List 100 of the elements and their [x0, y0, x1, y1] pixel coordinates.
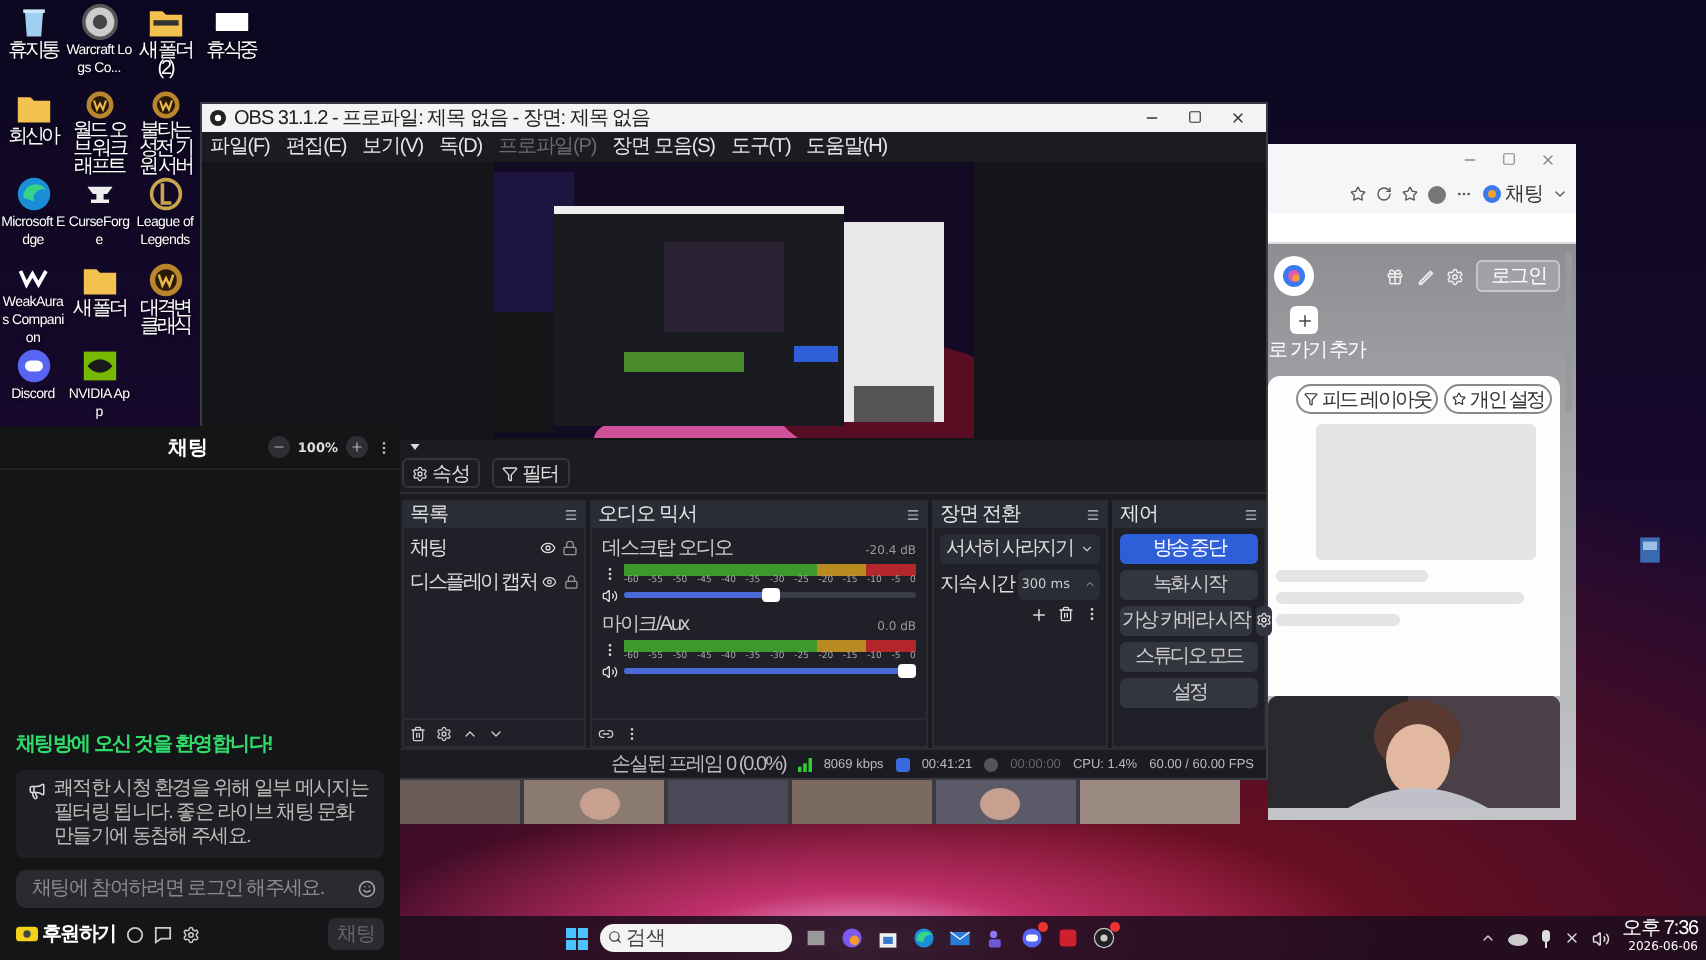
clock-time[interactable]: 오후 7:36 — [1621, 920, 1698, 940]
favorite-icon[interactable] — [1349, 186, 1366, 202]
slider-thumb[interactable] — [761, 588, 779, 603]
emblem-icon[interactable] — [81, 90, 117, 120]
visibility-icon[interactable] — [542, 573, 558, 590]
gift-icon[interactable] — [1386, 267, 1405, 285]
settings-button[interactable] — [1255, 605, 1272, 636]
gear-icon — [412, 465, 428, 482]
swirl-icon[interactable] — [840, 926, 864, 950]
app-logo-icon — [210, 110, 226, 126]
lock-icon[interactable] — [563, 573, 578, 590]
notice-text: 쾌적한 시청 환경을 위해 일부 메시지는 필터링 됩니다. 좋은 라이브 채팅 문화 만들기에 동참해 주세요. — [54, 778, 371, 850]
profile-avatar[interactable] — [1427, 185, 1446, 203]
menu-item[interactable]: 도움말(H) — [806, 132, 887, 161]
desktop-icon-label[interactable]: 회신아 — [0, 128, 66, 146]
toolbar-button[interactable]: 필터 — [491, 458, 570, 489]
lock-icon[interactable] — [562, 539, 578, 556]
visibility-icon[interactable] — [540, 539, 556, 556]
slider-thumb[interactable] — [898, 664, 916, 679]
microphone-icon[interactable] — [1539, 929, 1552, 947]
speaker-icon[interactable] — [602, 587, 618, 604]
swirl-icon[interactable] — [912, 926, 936, 950]
desktop-icon-label[interactable]: 휴식중 — [198, 42, 264, 60]
chat-input[interactable]: 채팅에 참여하려면 로그인 해주세요. — [16, 870, 384, 908]
tray-expand-icon[interactable] — [1479, 930, 1496, 946]
app-icon[interactable] — [1056, 926, 1080, 950]
add-shortcut-button[interactable] — [1290, 306, 1318, 334]
chat-bubble-icon[interactable] — [153, 925, 172, 943]
panel-title: 장면 전환 — [940, 502, 1020, 529]
zoom-in-button[interactable] — [346, 436, 368, 458]
search-field[interactable]: 검색 — [600, 924, 792, 952]
feed-button[interactable]: 개인 설정 — [1444, 384, 1552, 414]
control-button[interactable]: 설정 — [1120, 677, 1258, 708]
mail-icon[interactable] — [948, 926, 972, 950]
desktop-icon-label[interactable]: 대격변 클래식 — [132, 300, 198, 336]
record-app-icon[interactable] — [1092, 926, 1116, 950]
shortcut-label: 로 가기 추가 — [1268, 338, 1369, 364]
chat-bubble-icon[interactable] — [15, 348, 51, 384]
speaker-icon[interactable] — [602, 663, 618, 680]
volume-slider[interactable] — [624, 592, 916, 599]
menu-item[interactable]: 도구(T) — [730, 132, 791, 161]
donate-button[interactable]: 후원하기 — [16, 920, 116, 948]
delete-icon[interactable] — [1058, 605, 1074, 622]
link-icon[interactable] — [598, 725, 614, 741]
duration-label: 지속 시간 — [940, 572, 1014, 599]
copilot-button[interactable]: 채팅 — [1481, 180, 1542, 208]
feed-button[interactable]: 피드 레이아웃 — [1295, 384, 1439, 414]
cloud-icon[interactable] — [1507, 930, 1528, 946]
emoji-icon[interactable] — [358, 880, 376, 898]
eye-logo-icon[interactable] — [81, 348, 117, 384]
menu-item[interactable]: 편집(E) — [285, 132, 347, 161]
toolbar-button[interactable]: 속성 — [402, 458, 480, 489]
add-icon[interactable] — [1030, 605, 1048, 624]
close-icon[interactable] — [1230, 110, 1246, 126]
settings-icon[interactable] — [181, 925, 200, 943]
panel-menu-icon[interactable] — [906, 507, 920, 522]
window-icon[interactable] — [804, 926, 828, 950]
desktop-icon-label[interactable]: 불타는 성전 기원 서버 — [132, 122, 198, 176]
caret-icon[interactable] — [410, 444, 420, 451]
document-icon[interactable] — [1636, 534, 1664, 566]
volume-slider[interactable] — [624, 668, 916, 675]
maximize-icon[interactable] — [1188, 110, 1202, 124]
control-button[interactable]: 녹화 시작 — [1120, 569, 1258, 600]
transition-dropdown[interactable]: 서서히 사라지기 — [940, 533, 1100, 564]
menu-item[interactable]: 보기(V) — [362, 132, 423, 161]
chat-bubble-icon[interactable] — [1020, 926, 1044, 950]
desktop-icon-label[interactable]: 새 폴더 (2) — [132, 42, 198, 78]
menu-item[interactable]: 파일(F) — [210, 132, 270, 161]
filter-icon — [501, 465, 518, 482]
refresh-icon[interactable] — [1375, 186, 1392, 202]
panel-menu-icon[interactable] — [564, 507, 578, 522]
chevron-icon[interactable] — [1552, 186, 1568, 202]
speaker-icon[interactable] — [1591, 929, 1610, 947]
emblem-icon[interactable] — [147, 262, 183, 298]
panel-title: 목록 — [410, 502, 448, 529]
control-button[interactable]: 방송 중단 — [1120, 533, 1258, 564]
panel-menu-icon[interactable] — [1086, 507, 1100, 522]
zoom-out-button[interactable] — [267, 436, 290, 458]
menu-item[interactable]: 장면 모음(S) — [612, 132, 715, 161]
desktop-icon-label[interactable]: 휴지통 — [0, 42, 66, 60]
ring-emblem-icon[interactable] — [147, 176, 183, 212]
favorites-icon[interactable] — [1401, 186, 1418, 202]
panel-menu-icon[interactable] — [1244, 507, 1258, 522]
settings-icon[interactable] — [436, 725, 452, 741]
emblem-icon[interactable] — [147, 90, 183, 120]
start-icon[interactable] — [566, 927, 588, 949]
welcome-message: 채팅방에 오신 것을 환영합니다! — [16, 732, 275, 758]
delete-icon[interactable] — [410, 725, 426, 741]
control-button[interactable]: 스튜디오 모드 — [1120, 641, 1258, 672]
pen-icon[interactable] — [1416, 267, 1435, 285]
swirl-icon[interactable] — [15, 176, 51, 212]
close-icon[interactable] — [1563, 930, 1580, 946]
plus-icon — [1295, 311, 1313, 329]
control-button[interactable]: 가상 카메라 시작 — [1120, 605, 1252, 636]
desktop-icon-label[interactable]: 월드 오브 워크래프트 — [66, 122, 132, 176]
desktop-icon-label[interactable]: 새 폴더 — [66, 300, 132, 318]
source-item[interactable]: 디스플레이 캡처 — [410, 567, 537, 596]
menu-item[interactable]: 독(D) — [438, 132, 482, 161]
source-item[interactable]: 채팅 — [410, 533, 534, 562]
minus-icon — [271, 440, 286, 454]
